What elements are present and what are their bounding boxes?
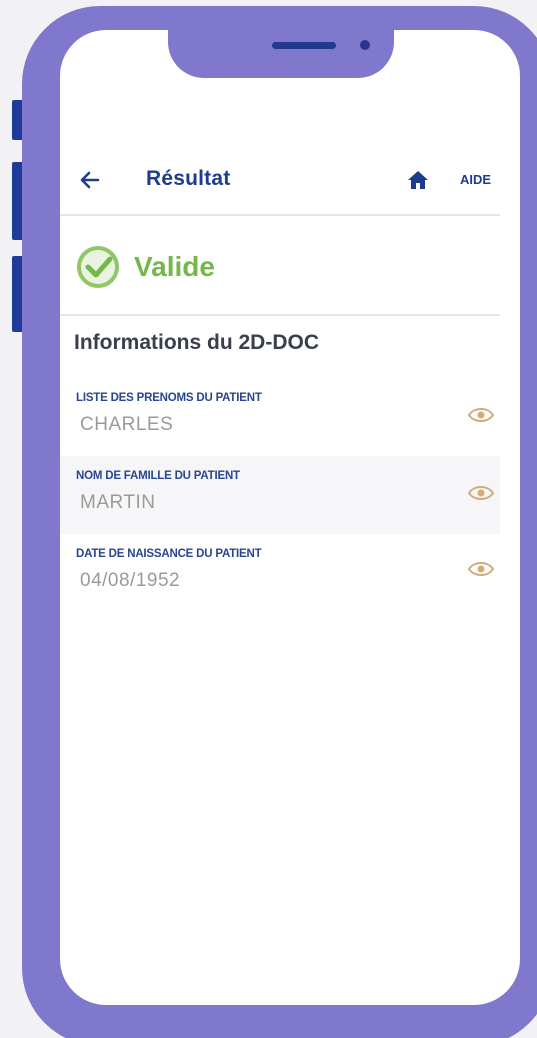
field-label: NOM DE FAMILLE DU PATIENT xyxy=(76,470,240,482)
field-value: CHARLES xyxy=(80,414,174,435)
validation-status: Valide xyxy=(74,242,215,292)
header-divider xyxy=(60,214,500,216)
help-button[interactable]: AIDE xyxy=(460,172,491,187)
back-arrow-icon[interactable] xyxy=(76,166,104,194)
eye-icon[interactable] xyxy=(468,484,494,502)
field-value: 04/08/1952 xyxy=(80,570,181,591)
screenshot: Résultat AIDE Valide Informations du 2D-… xyxy=(0,0,537,1038)
status-divider xyxy=(60,314,500,316)
check-circle-icon xyxy=(77,246,119,288)
phone-speaker xyxy=(272,42,336,49)
field-birth-date: DATE DE NAISSANCE DU PATIENT 04/08/1952 xyxy=(60,534,500,612)
home-icon[interactable] xyxy=(406,168,430,192)
field-last-name: NOM DE FAMILLE DU PATIENT MARTIN xyxy=(60,456,500,534)
field-label: DATE DE NAISSANCE DU PATIENT xyxy=(76,548,262,560)
app-bar: Résultat AIDE xyxy=(60,148,520,214)
phone-camera xyxy=(360,40,370,50)
page-title: Résultat xyxy=(146,167,231,190)
field-label: LISTE DES PRENOMS DU PATIENT xyxy=(76,392,262,404)
eye-icon[interactable] xyxy=(468,406,494,424)
field-first-names: LISTE DES PRENOMS DU PATIENT CHARLES xyxy=(60,378,500,456)
field-value: MARTIN xyxy=(80,492,156,513)
section-title: Informations du 2D-DOC xyxy=(74,331,319,354)
eye-icon[interactable] xyxy=(468,560,494,578)
status-label: Valide xyxy=(134,251,215,282)
